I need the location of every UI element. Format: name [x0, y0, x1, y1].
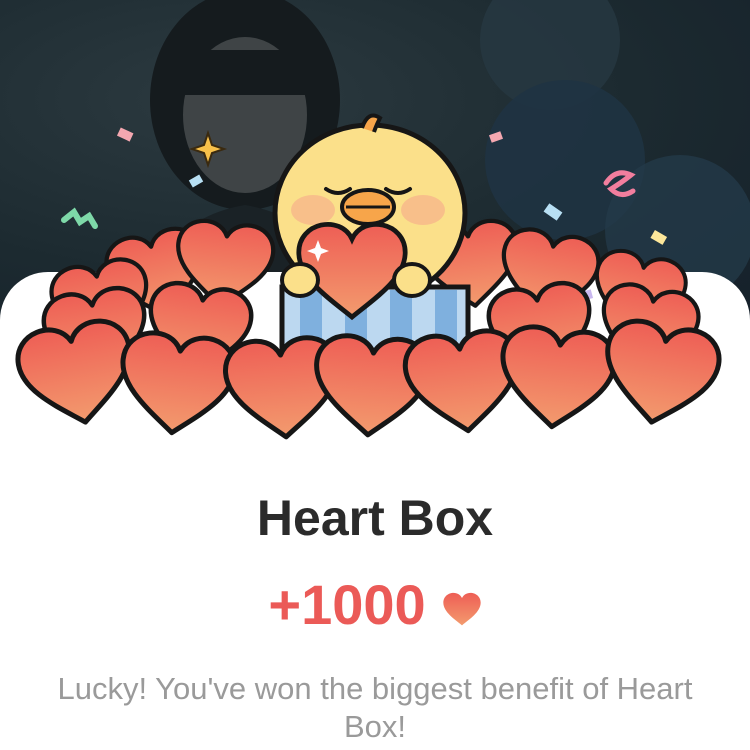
reward-title: Heart Box: [256, 490, 494, 546]
reward-message: Lucky! You've won the biggest benefit of…: [57, 671, 693, 744]
heart-box-illustration: [0, 113, 750, 455]
heart-icon: [442, 592, 481, 626]
reward-amount-row: +1000: [0, 572, 750, 638]
reward-amount: +1000: [268, 573, 426, 636]
